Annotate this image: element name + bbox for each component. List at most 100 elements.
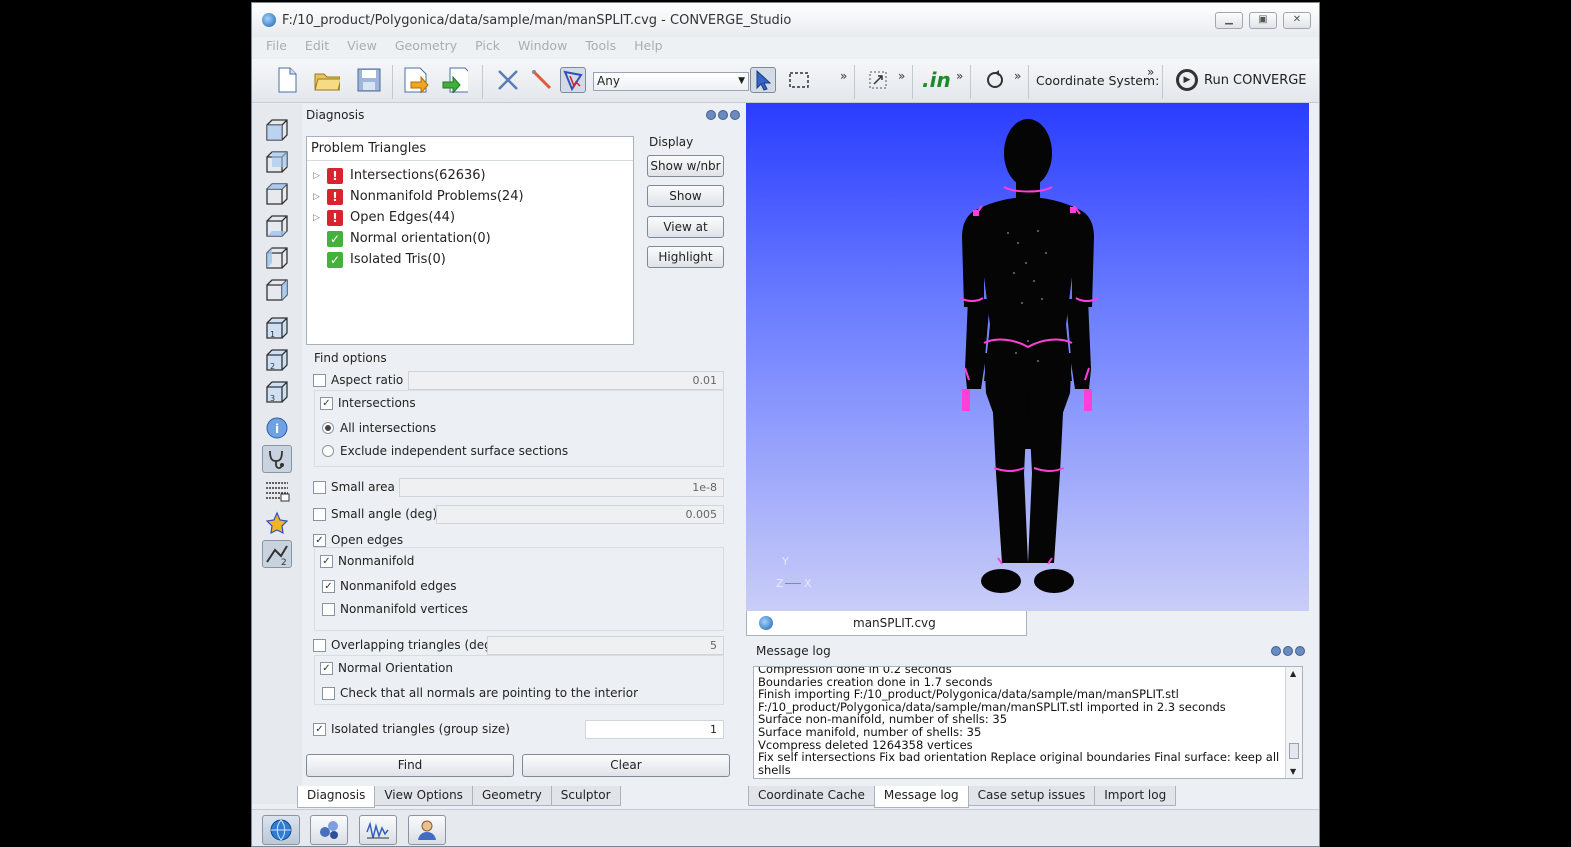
- scroll-down-icon[interactable]: ▼: [1290, 767, 1296, 776]
- tree-item-open-edges[interactable]: ▷ ! Open Edges(44): [313, 207, 455, 228]
- globe-mode-icon[interactable]: [262, 815, 300, 845]
- view-top-icon[interactable]: [262, 180, 292, 208]
- open-folder-icon[interactable]: [314, 67, 340, 93]
- expand-arrow-icon[interactable]: ▷: [313, 192, 327, 202]
- find-button[interactable]: Find: [306, 754, 514, 777]
- view-iso-2-icon[interactable]: 2: [262, 346, 292, 374]
- toolbar-overflow-icon[interactable]: »: [1147, 65, 1154, 79]
- small-angle-checkbox[interactable]: Small angle (deg): [313, 507, 437, 521]
- view-back-icon[interactable]: [262, 148, 292, 176]
- menu-view[interactable]: View: [347, 37, 377, 57]
- highlight-button[interactable]: Highlight: [647, 246, 724, 268]
- nonmanifold-vertices-checkbox[interactable]: Nonmanifold vertices: [322, 602, 468, 616]
- tab-sculptor[interactable]: Sculptor: [550, 786, 621, 806]
- tab-geometry[interactable]: Geometry: [471, 786, 552, 806]
- toolbar-overflow-icon[interactable]: »: [956, 69, 963, 83]
- message-log-scrollbar[interactable]: ▲ ▼: [1285, 667, 1302, 778]
- expand-arrow-icon[interactable]: ▷: [313, 171, 327, 181]
- small-area-checkbox[interactable]: Small area: [313, 480, 395, 494]
- coordinate-system-label[interactable]: Coordinate System:: [1036, 73, 1159, 88]
- save-icon[interactable]: [356, 67, 382, 93]
- view-bottom-icon[interactable]: [262, 212, 292, 240]
- scroll-up-icon[interactable]: ▲: [1290, 669, 1296, 678]
- exclude-independent-radio[interactable]: Exclude independent surface sections: [322, 444, 568, 458]
- view-left-icon[interactable]: [262, 244, 292, 272]
- user-mode-icon[interactable]: [408, 815, 446, 845]
- molecule-mode-icon[interactable]: [310, 815, 348, 845]
- view-iso-1-icon[interactable]: 1: [262, 314, 292, 342]
- menu-window[interactable]: Window: [518, 37, 567, 57]
- tree-item-normal-orientation[interactable]: ✓ Normal orientation(0): [313, 228, 491, 249]
- overlapping-angle-field[interactable]: 5: [487, 636, 724, 655]
- toolbar-overflow-icon[interactable]: »: [840, 69, 847, 83]
- list-settings-icon[interactable]: [262, 477, 292, 505]
- 3d-viewport[interactable]: Y Z X: [746, 103, 1309, 611]
- tab-coordinate-cache[interactable]: Coordinate Cache: [748, 786, 875, 806]
- menu-file[interactable]: File: [266, 37, 287, 57]
- menu-help[interactable]: Help: [634, 37, 663, 57]
- intersections-checkbox[interactable]: ✓ Intersections: [320, 396, 416, 410]
- select-pointer-icon[interactable]: [750, 67, 776, 93]
- tree-item-intersections[interactable]: ▷ ! Intersections(62636): [313, 165, 486, 186]
- pick-filter-select[interactable]: Any ▼: [593, 72, 749, 91]
- tab-view-options[interactable]: View Options: [374, 786, 473, 806]
- document-tab-mansplit[interactable]: manSPLIT.cvg: [746, 611, 1027, 636]
- menu-pick[interactable]: Pick: [475, 37, 500, 57]
- tab-case-setup-issues[interactable]: Case setup issues: [967, 786, 1096, 806]
- log-close-icon[interactable]: [1295, 646, 1305, 656]
- view-at-button[interactable]: View at: [647, 216, 724, 238]
- info-icon[interactable]: i: [262, 414, 292, 442]
- view-right-icon[interactable]: [262, 276, 292, 304]
- tab-message-log[interactable]: Message log: [873, 786, 969, 808]
- new-file-icon[interactable]: [274, 67, 300, 93]
- waveform-mode-icon[interactable]: [359, 815, 397, 845]
- delete-icon[interactable]: [495, 67, 521, 93]
- show-button[interactable]: Show: [647, 185, 724, 207]
- tab-diagnosis[interactable]: Diagnosis: [297, 786, 376, 808]
- menu-tools[interactable]: Tools: [585, 37, 616, 57]
- panel-float-icon[interactable]: [718, 110, 728, 120]
- box-select-icon[interactable]: [786, 67, 812, 93]
- view-iso-3-icon[interactable]: 3: [262, 378, 292, 406]
- open-edges-checkbox[interactable]: ✓ Open edges: [313, 533, 403, 547]
- scroll-thumb[interactable]: [1289, 743, 1299, 759]
- tree-item-nonmanifold[interactable]: ▷ ! Nonmanifold Problems(24): [313, 186, 524, 207]
- expand-arrow-icon[interactable]: ▷: [313, 213, 327, 223]
- transform-icon[interactable]: [865, 67, 891, 93]
- toolbar-overflow-icon[interactable]: »: [898, 69, 905, 83]
- export-icon[interactable]: [442, 67, 468, 93]
- small-angle-field[interactable]: 0.005: [436, 505, 724, 524]
- tree-item-isolated-tris[interactable]: ✓ Isolated Tris(0): [313, 249, 446, 270]
- menu-geometry[interactable]: Geometry: [395, 37, 457, 57]
- overlapping-triangles-checkbox[interactable]: Overlapping triangles (deg): [313, 638, 496, 652]
- pick-triangle-icon[interactable]: [560, 67, 586, 93]
- line-tool-icon[interactable]: [529, 67, 555, 93]
- aspect-ratio-field[interactable]: 0.01: [408, 371, 724, 390]
- nonmanifold-edges-checkbox[interactable]: ✓ Nonmanifold edges: [322, 579, 457, 593]
- normal-orientation-checkbox[interactable]: ✓ Normal Orientation: [320, 661, 453, 675]
- small-area-field[interactable]: 1e-8: [399, 478, 724, 497]
- show-with-neighbors-button[interactable]: Show w/nbr: [647, 155, 724, 177]
- minimize-button[interactable]: ▁: [1215, 12, 1243, 29]
- panel-help-icon[interactable]: [706, 110, 716, 120]
- isolated-triangles-checkbox[interactable]: ✓ Isolated triangles (group size): [313, 722, 510, 736]
- log-help-icon[interactable]: [1271, 646, 1281, 656]
- import-icon[interactable]: [403, 67, 429, 93]
- in-file-icon[interactable]: .in: [922, 68, 951, 96]
- panel-close-icon[interactable]: [730, 110, 740, 120]
- diagnosis-tool-icon[interactable]: [262, 445, 292, 473]
- check-normals-interior-checkbox[interactable]: Check that all normals are pointing to t…: [322, 686, 638, 700]
- aspect-ratio-checkbox[interactable]: Aspect ratio: [313, 373, 403, 387]
- close-button[interactable]: ✕: [1283, 12, 1311, 29]
- maximize-button[interactable]: ▣: [1249, 12, 1277, 29]
- all-intersections-radio[interactable]: All intersections: [322, 421, 436, 435]
- view-front-icon[interactable]: [262, 116, 292, 144]
- isolated-group-size-field[interactable]: 1: [585, 720, 724, 739]
- nonmanifold-checkbox[interactable]: ✓ Nonmanifold: [320, 554, 414, 568]
- sculptor-star-icon[interactable]: [262, 509, 292, 537]
- log-float-icon[interactable]: [1283, 646, 1293, 656]
- tab-import-log[interactable]: Import log: [1094, 786, 1177, 806]
- toolbar-overflow-icon[interactable]: »: [1014, 69, 1021, 83]
- run-converge-button[interactable]: ▶ Run CONVERGE: [1176, 69, 1307, 91]
- rotate-view-icon[interactable]: [982, 67, 1008, 93]
